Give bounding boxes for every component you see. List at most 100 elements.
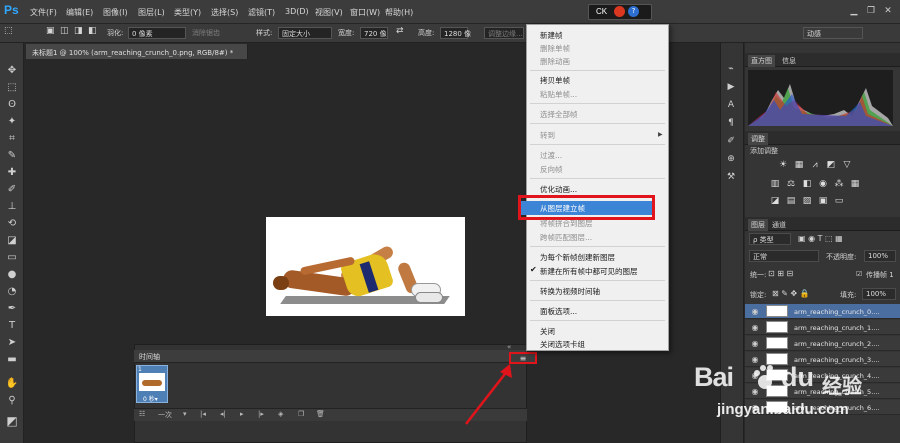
propagate-frame-checkbox[interactable]: ☑ <box>856 270 862 278</box>
menu-item-tween[interactable]: 过渡... <box>540 150 562 161</box>
menu-item-paste-frame[interactable]: 粘贴单帧... <box>540 89 577 100</box>
layer-name[interactable]: arm_reaching_crunch_1.... <box>794 324 879 332</box>
first-frame-icon[interactable]: |◂ <box>200 410 206 418</box>
hand-icon[interactable]: ✋ <box>5 377 19 391</box>
menu-item-convert-to-video-timeline[interactable]: 转换为视频时间轴 <box>540 286 600 297</box>
magic-wand-icon[interactable]: ✦ <box>5 115 19 129</box>
minimize-icon[interactable]: ▁ <box>848 5 860 17</box>
layer-name[interactable]: arm_reaching_crunch_0.... <box>794 308 879 316</box>
zoom-icon[interactable]: ⚲ <box>5 394 19 408</box>
menu-item-go-to[interactable]: 转到 <box>540 130 555 141</box>
vibrance-icon[interactable]: ▽ <box>842 160 852 170</box>
menu-view[interactable]: 视图(V) <box>315 7 343 18</box>
invert-icon[interactable]: ◪ <box>770 196 780 206</box>
menu-item-close-tab-group[interactable]: 关闭选项卡组 <box>540 339 585 350</box>
tab-adjustments[interactable]: 调整 <box>748 133 768 145</box>
add-selection-icon[interactable]: ◫ <box>60 26 69 36</box>
unify-icons[interactable]: ⊡ ⊞ ⊟ <box>768 269 793 278</box>
loop-select[interactable]: 一次 <box>158 410 172 420</box>
new-selection-icon[interactable]: ▣ <box>46 26 55 36</box>
menu-item-panel-options[interactable]: 面板选项... <box>540 306 577 317</box>
shape-icon[interactable]: ▬ <box>5 353 19 367</box>
width-input[interactable]: 720 像 <box>360 27 388 39</box>
hue-saturation-icon[interactable]: ▥ <box>770 179 780 189</box>
black-white-icon[interactable]: ◧ <box>802 179 812 189</box>
filter-icons[interactable]: ▣ ◉ T ⬚ ▦ <box>798 234 843 243</box>
refine-edge-button[interactable]: 调整边缘... <box>484 27 524 39</box>
play-icon[interactable]: ▸ <box>240 410 244 418</box>
menu-item-reverse-frames[interactable]: 反向帧 <box>540 164 563 175</box>
menu-help[interactable]: 帮助(H) <box>385 7 413 18</box>
convert-timeline-icon[interactable]: ☷ <box>139 410 145 418</box>
dropdown-icon[interactable]: ▾ <box>183 410 187 418</box>
menu-edit[interactable]: 编辑(E) <box>66 7 93 18</box>
tab-layers[interactable]: 图层 <box>748 219 768 231</box>
dodge-icon[interactable]: ◔ <box>5 285 19 299</box>
menu-select[interactable]: 选择(S) <box>211 7 238 18</box>
pen-icon[interactable]: ✒ <box>5 302 19 316</box>
gradient-icon[interactable]: ▭ <box>5 251 19 265</box>
color-lookup-icon[interactable]: ▦ <box>850 179 860 189</box>
tab-histogram[interactable]: 直方图 <box>748 55 775 67</box>
visibility-eye-icon[interactable]: ◉ <box>750 339 760 349</box>
photo-filter-icon[interactable]: ◉ <box>818 179 828 189</box>
duplicate-frame-icon[interactable]: ❐ <box>298 410 304 418</box>
menu-item-new-layer-each-frame[interactable]: 为每个新帧创建新图层 <box>540 252 615 263</box>
eyedropper-icon[interactable]: ✎ <box>5 149 19 163</box>
menu-item-select-all-frames[interactable]: 选择全部帧 <box>540 109 578 120</box>
style-select[interactable]: 固定大小 <box>278 27 332 39</box>
stamp-icon[interactable]: ⊥ <box>5 200 19 214</box>
menu-type[interactable]: 类型(Y) <box>174 7 201 18</box>
menu-item-optimize-animation[interactable]: 优化动画... <box>540 184 577 195</box>
marquee-icon[interactable]: ⬚ <box>5 81 19 95</box>
height-input[interactable]: 1280 像 <box>440 27 471 39</box>
menu-item-copy-frame[interactable]: 拷贝单帧 <box>540 75 570 86</box>
healing-icon[interactable]: ✚ <box>5 166 19 180</box>
eraser-icon[interactable]: ◪ <box>5 234 19 248</box>
clone-source-icon[interactable]: ⊕ <box>724 152 738 166</box>
menu-item-close[interactable]: 关闭 <box>540 326 555 337</box>
move-tool-icon[interactable]: ✥ <box>5 64 19 78</box>
type-icon[interactable]: T <box>5 319 19 333</box>
crop-icon[interactable]: ⌗ <box>5 132 19 146</box>
timeline-tab[interactable]: 时间轴 <box>139 352 160 362</box>
gradient-map-icon[interactable]: ▭ <box>834 196 844 206</box>
subtract-selection-icon[interactable]: ◨ <box>74 26 83 36</box>
menu-item-match-layer[interactable]: 跨帧匹配图层... <box>540 232 592 243</box>
opacity-input[interactable]: 100% <box>864 250 896 262</box>
path-select-icon[interactable]: ➤ <box>5 336 19 350</box>
delete-frame-icon[interactable]: 🗑 <box>316 410 325 418</box>
blend-mode-select[interactable]: 正常 <box>749 250 819 262</box>
kind-filter-select[interactable]: ρ 类型 <box>749 233 791 245</box>
next-frame-icon[interactable]: |▸ <box>258 410 264 418</box>
history-icon[interactable]: ⌁ <box>724 62 738 76</box>
tab-info[interactable]: 信息 <box>782 56 796 66</box>
play-action-icon[interactable]: ▶ <box>724 80 738 94</box>
character-icon[interactable]: A <box>724 98 738 112</box>
posterize-icon[interactable]: ▤ <box>786 196 796 206</box>
lasso-icon[interactable]: ʘ <box>5 98 19 112</box>
visibility-eye-icon[interactable]: ◉ <box>750 307 760 317</box>
menu-window[interactable]: 窗口(W) <box>350 7 380 18</box>
color-balance-icon[interactable]: ⚖ <box>786 179 796 189</box>
feather-input[interactable]: 0 像素 <box>128 27 186 39</box>
curves-icon[interactable]: ⩘ <box>810 160 820 170</box>
prev-frame-icon[interactable]: ◂| <box>220 410 226 418</box>
help-icon[interactable]: ? <box>628 6 639 17</box>
marquee-tool-icon[interactable]: ⬚ <box>4 26 13 36</box>
workspace-select[interactable]: 动感 <box>803 27 863 39</box>
layer-name[interactable]: arm_reaching_crunch_2.... <box>794 340 879 348</box>
visibility-eye-icon[interactable]: ◉ <box>750 323 760 333</box>
paragraph-icon[interactable]: ¶ <box>724 116 738 130</box>
menu-item-flatten-frames[interactable]: 将帧拼合到图层 <box>540 218 593 229</box>
close-icon[interactable]: ✕ <box>882 5 894 17</box>
levels-icon[interactable]: ▦ <box>794 160 804 170</box>
selective-color-icon[interactable]: ▣ <box>818 196 828 206</box>
color-swatch-icon[interactable]: ◩ <box>5 414 19 428</box>
menu-item-new-layers-visible[interactable]: 新建在所有帧中都可见的图层 <box>540 266 638 277</box>
intersect-selection-icon[interactable]: ◧ <box>88 26 97 36</box>
menu-3d[interactable]: 3D(D) <box>285 7 309 16</box>
tab-channels[interactable]: 通道 <box>772 220 786 230</box>
menu-layer[interactable]: 图层(L) <box>138 7 165 18</box>
menu-item-new-frame[interactable]: 新建帧 <box>540 30 563 41</box>
